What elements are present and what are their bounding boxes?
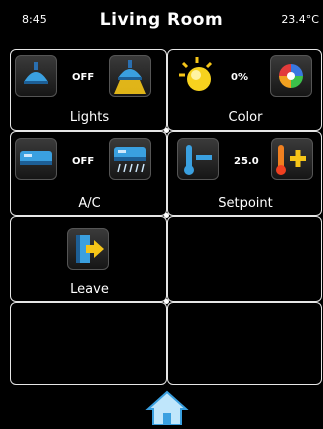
empty-tile [167, 216, 322, 302]
color-tile: 0% Color [167, 49, 322, 131]
lights-label: Lights [69, 110, 110, 125]
ac-off-icon[interactable] [15, 138, 57, 180]
leave-tile[interactable]: Leave [10, 216, 167, 302]
lamp-off-icon[interactable] [15, 55, 57, 97]
color-level: 0% [231, 72, 248, 83]
setpoint-value: 25.0 [234, 156, 259, 167]
color-wheel-icon[interactable] [270, 55, 312, 97]
leave-label: Leave [70, 282, 109, 297]
thermometer-minus-icon[interactable] [177, 138, 219, 180]
ac-on-icon[interactable] [109, 138, 151, 180]
setpoint-tile: 25.0 Setpoint [167, 131, 322, 216]
grid-junction [164, 299, 169, 304]
color-label: Color [228, 110, 263, 125]
ac-state: OFF [72, 156, 95, 167]
empty-tile [10, 302, 167, 385]
status-header: 8:45 Living Room 23.4°C [0, 0, 323, 36]
setpoint-label: Setpoint [218, 196, 273, 211]
home-button[interactable] [145, 389, 189, 426]
lamp-on-icon[interactable] [109, 55, 151, 97]
sun-icon[interactable] [177, 55, 219, 97]
thermometer-plus-icon[interactable] [271, 138, 313, 180]
empty-tile [167, 302, 322, 385]
room-temperature: 23.4°C [281, 13, 319, 26]
ac-tile: OFF A/C [10, 131, 167, 216]
grid-junction [164, 213, 169, 218]
ac-label: A/C [78, 196, 101, 211]
page-title: Living Room [99, 10, 224, 30]
grid-junction [164, 128, 169, 133]
control-grid: OFF Lights 0% Color OFF A/C 25.0 Setpoin… [10, 49, 322, 385]
lights-tile: OFF Lights [10, 49, 167, 131]
leave-door-icon[interactable] [67, 228, 109, 270]
lights-state: OFF [72, 72, 95, 83]
home-icon [145, 390, 189, 426]
